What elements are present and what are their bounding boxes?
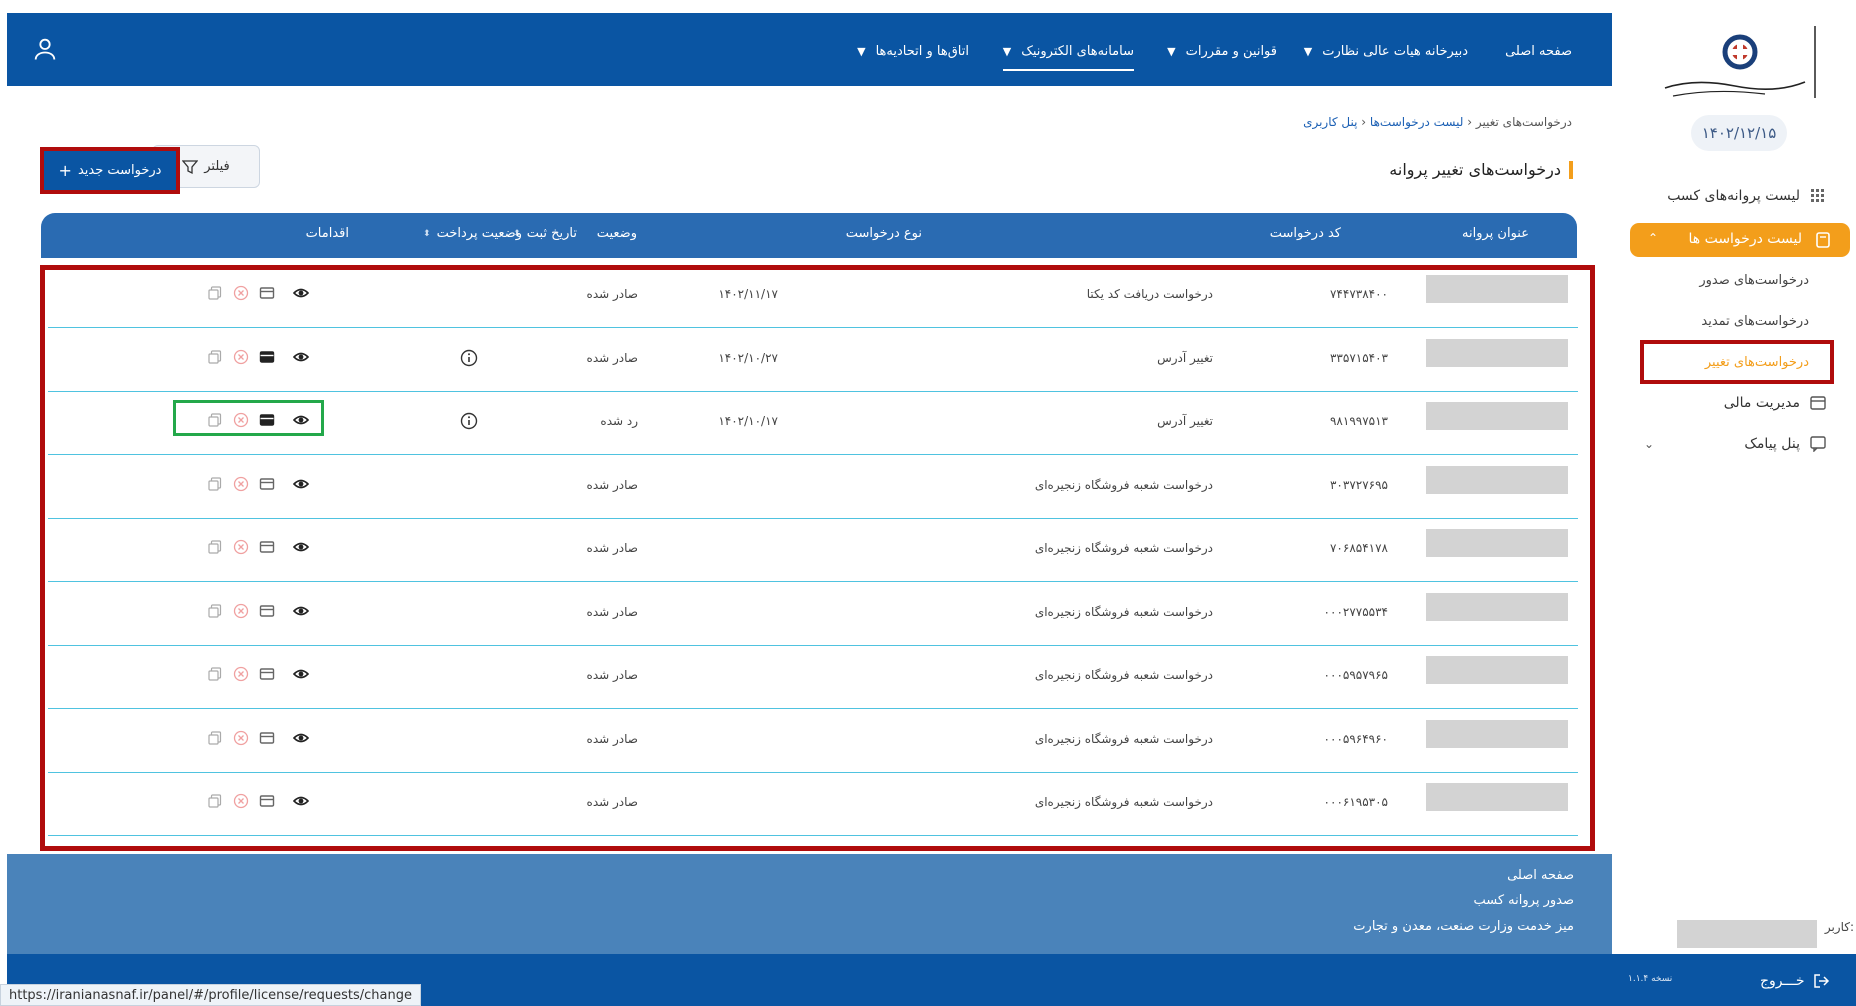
table-header: عنوان پروانه کد درخواست نوع درخواست ⬍ تا… [41,213,1577,258]
col-date[interactable]: ⬍ تاریخ ثبت [513,226,577,241]
sidebar-subitem-issue[interactable]: درخواست‌های صدور [1609,273,1809,288]
organization-logo [1664,26,1816,98]
footer-links: صفحه اصلی صدور پروانه کسب میز خدمت وزارت… [7,854,1612,954]
sidebar-item-sms[interactable]: پنل پیامک [1744,436,1826,452]
footer-link-home[interactable]: صفحه اصلی [1507,868,1574,883]
highlight-box-new-request [40,147,180,194]
col-actions-label: اقدامات [305,226,349,241]
nav-electronic-label: سامانه‌های الکترونیک [1021,43,1134,59]
col-license-title-label: عنوان پروانه [1462,226,1529,241]
nav-supervision-label: دبیرخانه هیات عالی نظارت [1322,43,1468,59]
sidebar-item-licenses[interactable]: لیست پروانه‌های کسب [1667,188,1826,204]
logout-icon [1814,974,1830,988]
col-request-type-label: نوع درخواست [845,226,922,241]
sidebar-licenses-label: لیست پروانه‌های کسب [1667,188,1800,204]
chevron-down-icon: ▼ [1002,44,1012,58]
nav-home-label: صفحه اصلی [1505,43,1572,59]
nav-electronic-systems[interactable]: سامانه‌های الکترونیک ▼ [1002,33,1135,71]
footer-link-ministry[interactable]: میز خدمت وزارت صنعت، معدن و تجارت [1353,919,1574,934]
col-request-code-label: کد درخواست [1269,226,1341,241]
chevron-down-icon: ▼ [857,44,866,58]
status-bar-url: https://iranianasnaf.ir/panel/#/profile/… [0,984,421,1006]
page-title-text: درخواست‌های تغییر پروانه [1389,160,1561,179]
grid-icon [1811,189,1824,202]
filter-icon [182,159,199,174]
col-actions: اقدامات [306,226,349,241]
sidebar-sms-label: پنل پیامک [1744,436,1800,452]
logout-label: خـــروج [1760,973,1805,989]
sidebar-finance-label: مدیریت مالی [1723,395,1800,411]
col-payment-label: وضعیت پرداخت [436,226,522,241]
user-icon[interactable] [31,35,59,63]
col-request-code[interactable]: کد درخواست [1270,226,1341,241]
card-icon [1810,396,1826,410]
highlight-box-actions [173,400,324,436]
version-label: نسخه ۱.۱.۴ [1628,974,1673,984]
sidebar-item-requests[interactable]: لیست درخواست ها ⌃ [1630,223,1850,257]
date-badge: ۱۴۰۲/۱۲/۱۵ [1691,115,1787,151]
nav-chambers-unions[interactable]: اتاق‌ها و اتحادیه‌ها ▼ [857,33,969,69]
sort-icon: ⬍ [423,228,431,239]
breadcrumb: درخواست‌های تغییر ‹ لیست درخواست‌ها ‹ پن… [1303,115,1572,129]
nav-chambers-label: اتاق‌ها و اتحادیه‌ها [875,43,969,59]
breadcrumb-current: درخواست‌های تغییر [1475,115,1572,129]
chat-icon [1810,436,1826,452]
chevron-down-icon: ▼ [1303,44,1313,58]
sidebar-subitem-renew[interactable]: درخواست‌های تمدید [1609,314,1809,329]
user-label: کاربر: [1824,920,1854,934]
logout-button[interactable]: خـــروج [1760,972,1830,990]
col-date-label: تاریخ ثبت [526,226,577,241]
nav-laws-label: قوانین و مقررات [1185,43,1277,59]
nav-home[interactable]: صفحه اصلی [1505,33,1572,69]
sidebar [1612,13,1856,1006]
footer-link-license[interactable]: صدور پروانه کسب [1473,893,1574,908]
sidebar-item-finance[interactable]: مدیریت مالی [1724,395,1826,411]
col-payment-status[interactable]: ⬍ وضعیت پرداخت [423,226,522,241]
chevron-down-icon[interactable]: ⌄ [1644,437,1654,451]
col-license-title[interactable]: عنوان پروانه [1462,226,1529,241]
title-accent-bar [1569,160,1573,179]
chevron-up-icon: ⌃ [1648,231,1659,245]
document-icon [1816,232,1830,248]
col-status[interactable]: وضعیت [597,226,637,241]
col-request-type[interactable]: نوع درخواست [846,226,922,241]
highlight-box-sidebar [1640,340,1834,384]
page-title: درخواست‌های تغییر پروانه [1360,160,1573,179]
nav-laws-regulations[interactable]: قوانین و مقررات ▼ [1167,33,1277,69]
filter-label: فیلتر [204,159,230,174]
sidebar-requests-label: لیست درخواست ها [1688,231,1802,247]
nav-supervision-secretariat[interactable]: دبیرخانه هیات عالی نظارت ▼ [1304,33,1468,69]
top-navbar: صفحه اصلی دبیرخانه هیات عالی نظارت ▼ قوا… [7,13,1612,86]
breadcrumb-requests[interactable]: لیست درخواست‌ها [1370,115,1464,129]
col-status-label: وضعیت [596,226,637,241]
breadcrumb-root[interactable]: پنل کاربری [1303,115,1357,129]
chevron-down-icon: ▼ [1167,44,1176,58]
highlight-box-rows [40,265,1595,851]
